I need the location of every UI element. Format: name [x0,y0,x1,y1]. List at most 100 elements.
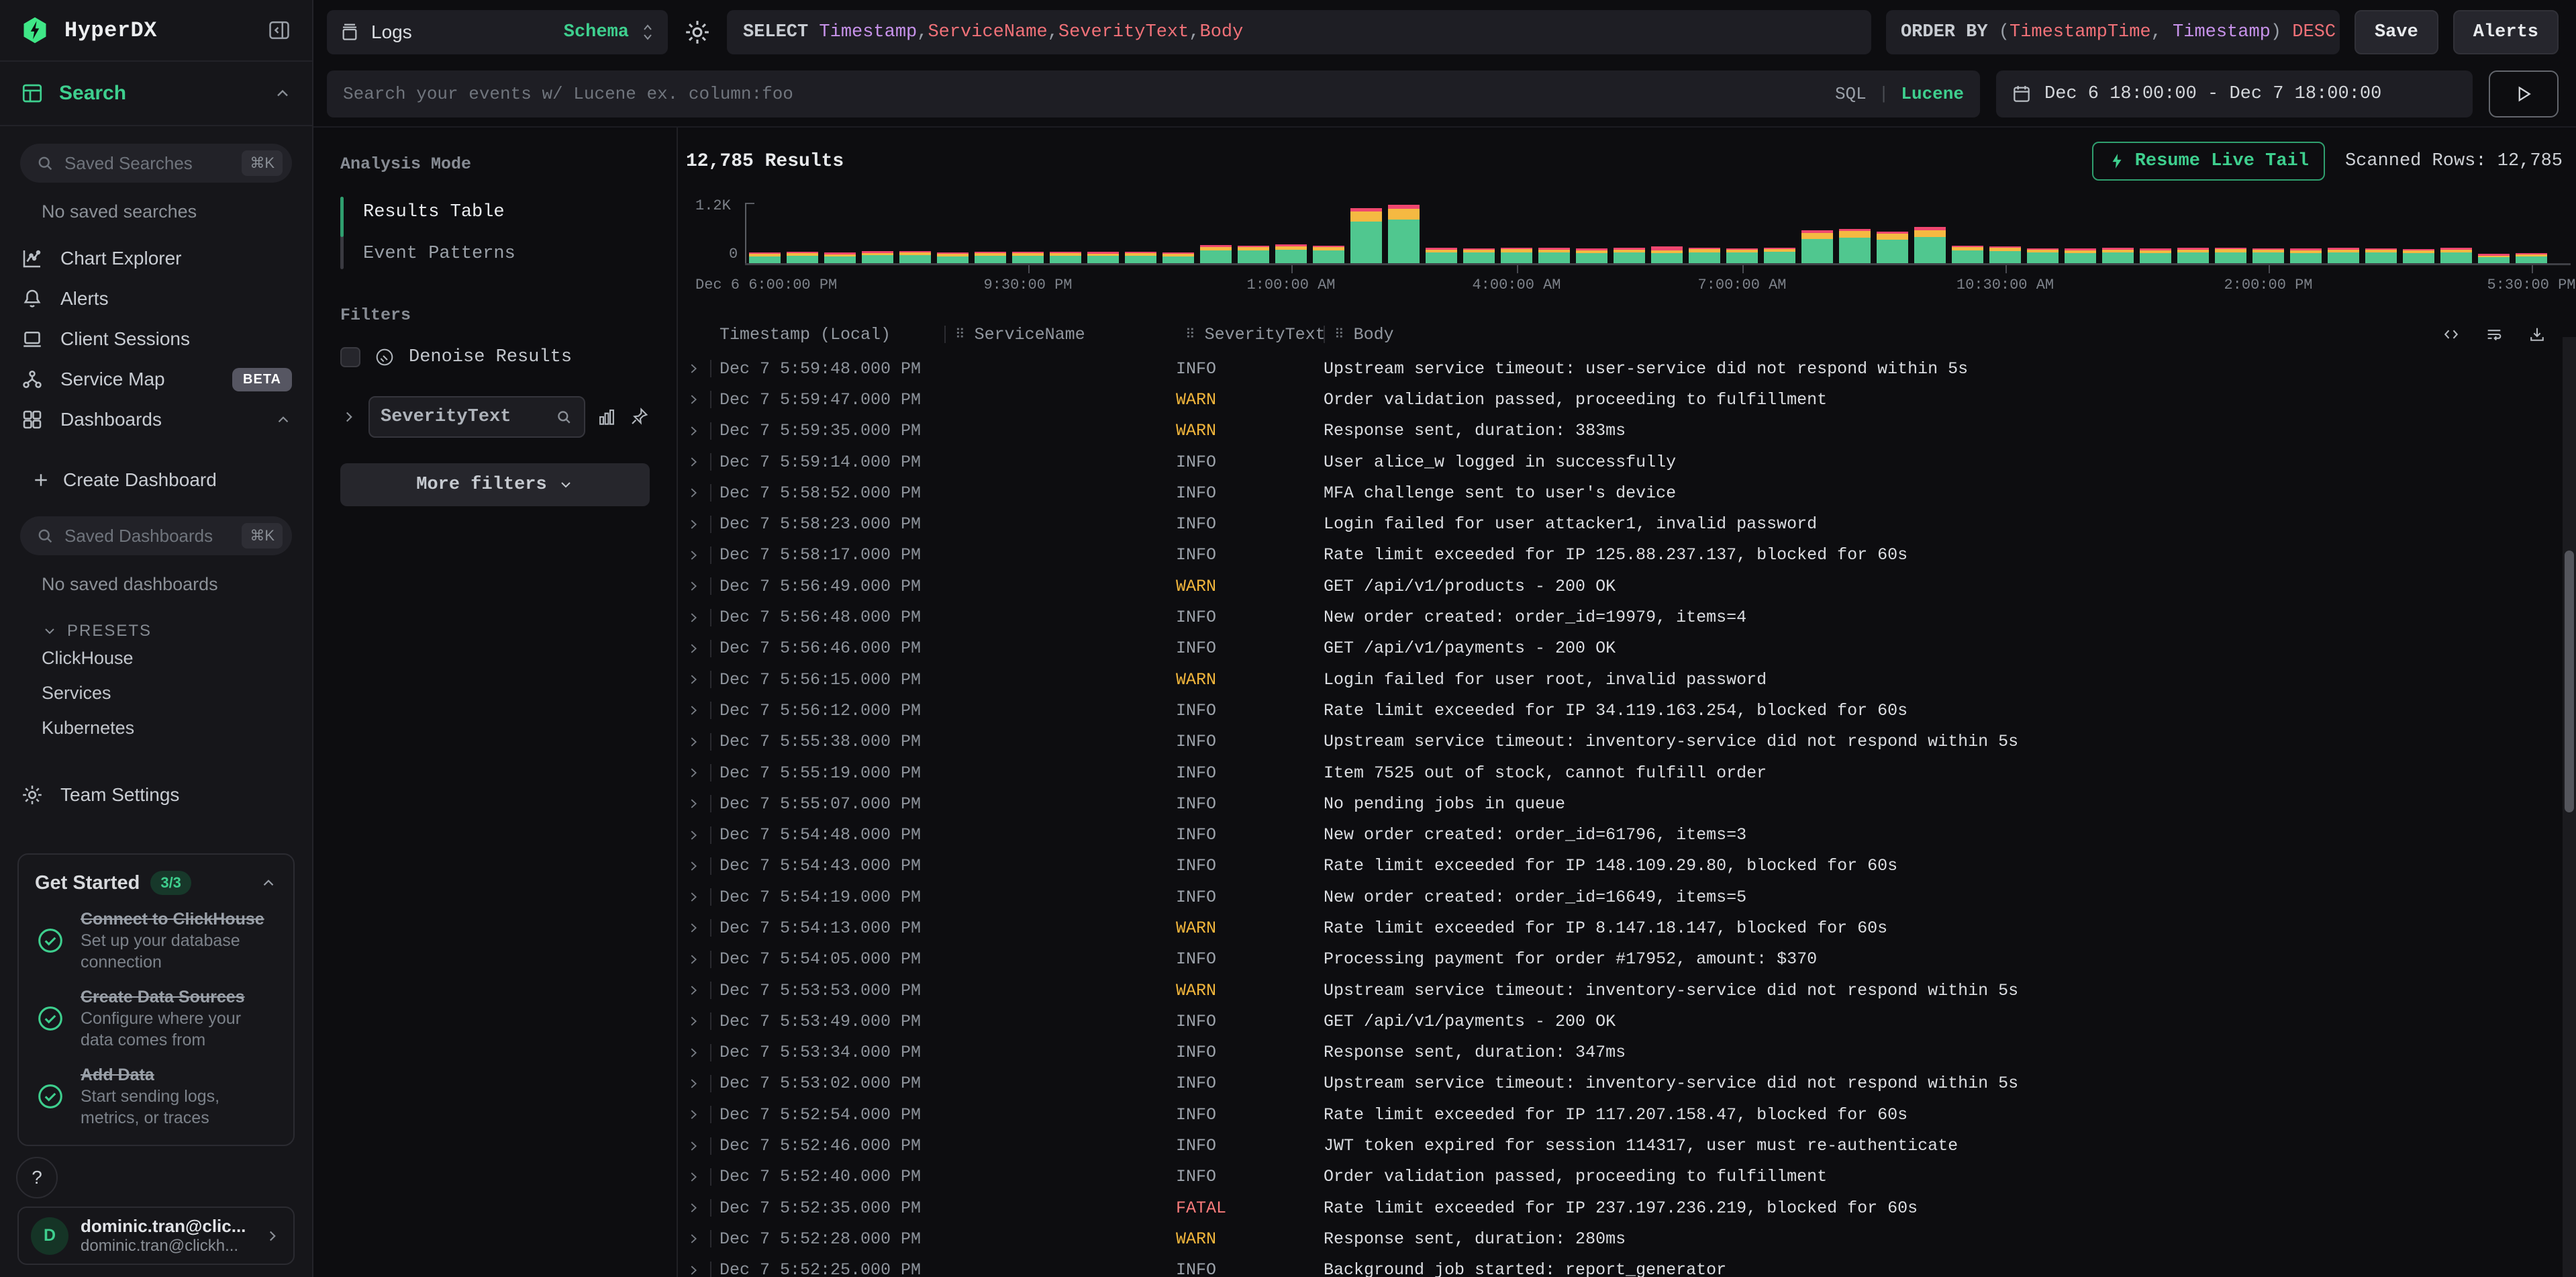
row-expand-icon[interactable] [686,703,701,718]
row-expand-icon[interactable] [686,983,701,998]
row-expand-icon[interactable] [686,548,701,563]
histogram-bar[interactable] [1839,229,1871,263]
table-row[interactable]: Dec 7 5:54:19.000 PM INFO New order crea… [686,882,2576,912]
table-row[interactable]: Dec 7 5:52:46.000 PM INFO JWT token expi… [686,1130,2576,1161]
histogram-bar[interactable] [787,252,818,263]
histogram-bar[interactable] [2027,248,2059,263]
table-row[interactable]: Dec 7 5:59:35.000 PM WARN Response sent,… [686,416,2576,446]
histogram-bar[interactable] [2252,248,2284,263]
run-search-button[interactable] [2489,70,2559,117]
row-expand-icon[interactable] [686,361,701,376]
histogram-bar[interactable] [899,251,931,263]
histogram-bar[interactable] [1275,244,1307,263]
row-expand-icon[interactable] [686,1139,701,1153]
histogram-bar[interactable] [1501,248,1532,263]
table-row[interactable]: Dec 7 5:55:38.000 PM INFO Upstream servi… [686,726,2576,757]
table-row[interactable]: Dec 7 5:59:14.000 PM INFO User alice_w l… [686,446,2576,477]
row-expand-icon[interactable] [686,641,701,656]
histogram-bar[interactable] [824,252,856,263]
histogram-bar[interactable] [2102,248,2134,263]
histogram-bar[interactable] [2215,248,2246,263]
row-expand-icon[interactable] [686,952,701,967]
row-expand-icon[interactable] [686,890,701,904]
histogram-bar[interactable] [1313,246,1344,263]
denoise-checkbox[interactable] [340,347,360,367]
histogram-bar[interactable] [1200,245,1232,263]
column-header-severitytext[interactable]: ⠿SeverityText [1176,325,1324,344]
table-row[interactable]: Dec 7 5:56:48.000 PM INFO New order crea… [686,602,2576,632]
row-expand-icon[interactable] [686,1170,701,1184]
histogram-bar[interactable] [1012,252,1044,263]
order-by-input[interactable]: ORDER BY (TimestampTime, Timestamp) DESC [1886,10,2340,54]
table-row[interactable]: Dec 7 5:53:49.000 PM INFO GET /api/v1/pa… [686,1006,2576,1037]
histogram-bar[interactable] [2365,248,2397,263]
drag-handle-icon[interactable]: ⠿ [1185,326,1195,343]
preset-item[interactable]: ClickHouse [42,641,312,675]
histogram-bar[interactable] [2290,248,2322,263]
histogram-bar[interactable] [2440,248,2472,263]
histogram-bar[interactable] [975,252,1006,263]
table-row[interactable]: Dec 7 5:54:05.000 PM INFO Processing pay… [686,944,2576,975]
saved-dashboards-search[interactable]: ⌘K [20,516,292,555]
table-row[interactable]: Dec 7 5:53:02.000 PM INFO Upstream servi… [686,1068,2576,1099]
resume-live-tail-button[interactable]: Resume Live Tail [2092,142,2325,181]
table-row[interactable]: Dec 7 5:56:15.000 PM WARN Login failed f… [686,664,2576,695]
more-filters-button[interactable]: More filters [340,463,650,506]
pin-icon[interactable] [628,406,650,428]
saved-dashboards-input[interactable] [64,526,232,547]
row-expand-icon[interactable] [686,796,701,811]
histogram-bar[interactable] [1388,205,1420,263]
table-row[interactable]: Dec 7 5:53:34.000 PM INFO Response sent,… [686,1037,2576,1068]
language-toggle-lucene[interactable]: Lucene [1901,84,1964,104]
row-expand-icon[interactable] [686,579,701,594]
histogram-bar[interactable] [1426,248,1457,263]
download-icon[interactable] [2528,324,2546,344]
source-select[interactable]: Logs Schema [327,10,668,54]
sidebar-item-search[interactable]: Search [0,62,312,126]
histogram-bar[interactable] [1087,252,1119,263]
histogram-bar[interactable] [1614,248,1645,263]
histogram-bar[interactable] [1801,230,1833,263]
get-started-item-connect[interactable]: Connect to ClickHouse Set up your databa… [35,908,277,973]
histogram-bar[interactable] [1125,252,1156,263]
histogram-bar[interactable] [1726,248,1758,263]
histogram-bar[interactable] [2065,248,2096,263]
histogram-bar[interactable] [2478,254,2510,263]
histogram-bar[interactable] [1764,248,1795,263]
saved-searches-search[interactable]: ⌘K [20,144,292,183]
sidebar-item-service-map[interactable]: Service Map BETA [0,359,312,399]
table-row[interactable]: Dec 7 5:52:40.000 PM INFO Order validati… [686,1162,2576,1192]
scrollbar-thumb[interactable] [2565,551,2574,812]
table-row[interactable]: Dec 7 5:54:13.000 PM WARN Rate limit exc… [686,912,2576,943]
row-expand-icon[interactable] [686,517,701,532]
histogram-bar[interactable] [1463,248,1495,263]
row-expand-icon[interactable] [686,610,701,625]
table-row[interactable]: Dec 7 5:55:07.000 PM INFO No pending job… [686,788,2576,819]
histogram-bar[interactable] [2328,248,2359,263]
row-expand-icon[interactable] [686,735,701,749]
chevron-up-icon[interactable] [275,411,292,428]
get-started-item-sources[interactable]: Create Data Sources Configure where your… [35,986,277,1051]
table-row[interactable]: Dec 7 5:55:19.000 PM INFO Item 7525 out … [686,757,2576,788]
table-row[interactable]: Dec 7 5:59:47.000 PM WARN Order validati… [686,384,2576,415]
histogram-bar[interactable] [1162,252,1194,263]
table-row[interactable]: Dec 7 5:53:53.000 PM WARN Upstream servi… [686,975,2576,1006]
histogram-bar[interactable] [2516,253,2547,263]
table-row[interactable]: Dec 7 5:56:49.000 PM WARN GET /api/v1/pr… [686,571,2576,602]
chevron-up-icon[interactable] [260,874,277,892]
histogram-bar[interactable] [2403,249,2434,263]
table-row[interactable]: Dec 7 5:58:17.000 PM INFO Rate limit exc… [686,540,2576,571]
row-expand-icon[interactable] [686,1231,701,1246]
sidebar-item-alerts[interactable]: Alerts [0,279,312,319]
sidebar-item-chart-explorer[interactable]: Chart Explorer [0,238,312,279]
code-view-icon[interactable] [2442,324,2461,344]
table-row[interactable]: Dec 7 5:58:52.000 PM INFO MFA challenge … [686,477,2576,508]
table-row[interactable]: Dec 7 5:59:48.000 PM INFO Upstream servi… [686,353,2576,384]
table-row[interactable]: Dec 7 5:52:35.000 PM FATAL Rate limit ex… [686,1192,2576,1223]
sidebar-item-client-sessions[interactable]: Client Sessions [0,319,312,359]
histogram-bar[interactable] [2140,248,2171,263]
table-row[interactable]: Dec 7 5:52:25.000 PM INFO Background job… [686,1255,2576,1277]
mode-event-patterns[interactable]: Event Patterns [363,233,650,275]
sidebar-item-team-settings[interactable]: Team Settings [0,775,312,815]
preset-item[interactable]: Services [42,675,312,710]
